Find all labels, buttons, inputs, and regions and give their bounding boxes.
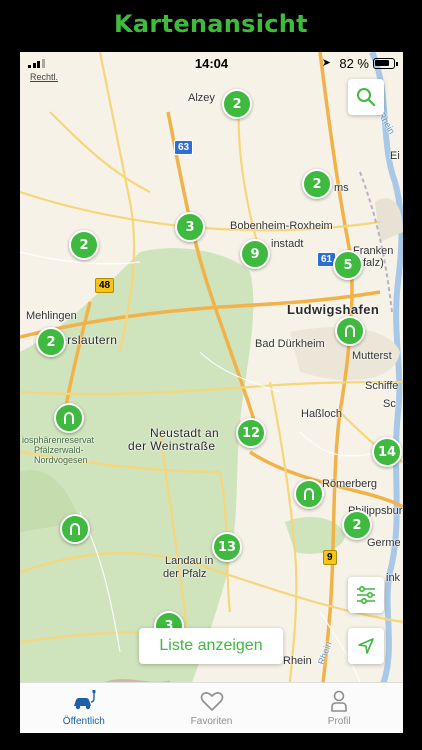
city-label: Schiffe: [365, 380, 399, 392]
person-icon: [331, 690, 347, 712]
city-label: der Pfalz: [163, 568, 207, 580]
tab-label: Öffentlich: [62, 716, 105, 727]
tab-bar: Öffentlich Favoriten Profil: [20, 682, 403, 733]
legal-link[interactable]: Rechtl.: [30, 72, 58, 82]
station-cluster[interactable]: 2: [36, 327, 66, 357]
city-label: Neustadt an: [150, 426, 220, 440]
city-label: Haßloch: [301, 408, 342, 420]
station-pin[interactable]: [54, 403, 84, 433]
city-label: Ei: [390, 150, 400, 162]
battery-icon: [373, 58, 398, 69]
road-shield-b9: 9: [323, 550, 337, 565]
charging-station-icon: [64, 412, 74, 424]
city-label: Germe: [367, 537, 401, 549]
station-pin[interactable]: [60, 514, 90, 544]
page-title: Kartenansicht: [114, 10, 308, 38]
tab-profile[interactable]: Profil: [275, 683, 403, 733]
city-label: ms: [334, 182, 349, 194]
charging-station-icon: [304, 488, 314, 500]
phone-screen: 14:04 ➤ 82 % Rechtl. Alzey ms Bobenheim-…: [20, 52, 403, 733]
station-pin[interactable]: [335, 316, 365, 346]
charging-station-icon: [70, 523, 80, 535]
filter-icon: [357, 585, 375, 605]
road-shield-a63: 63: [174, 140, 194, 155]
tab-label: Favoriten: [190, 716, 233, 727]
location-arrow-icon: [358, 638, 374, 654]
locate-me-button[interactable]: [348, 628, 384, 664]
region-label: iosphärenreservat: [22, 435, 95, 445]
status-bar: 14:04 ➤ 82 %: [20, 52, 403, 74]
region-label: Nordvogesen: [34, 455, 88, 465]
city-label: Rhein: [283, 655, 312, 667]
city-label: Mehlingen: [26, 310, 77, 322]
tab-favorites[interactable]: Favoriten: [148, 683, 276, 733]
search-icon: [357, 88, 376, 107]
station-cluster[interactable]: 2: [222, 89, 252, 119]
tab-label: Profil: [327, 716, 351, 727]
station-cluster[interactable]: 5: [333, 250, 363, 280]
station-cluster[interactable]: 9: [240, 239, 270, 269]
battery-percent: 82 %: [339, 56, 369, 71]
location-services-icon: ➤: [321, 57, 331, 69]
station-cluster[interactable]: 2: [302, 169, 332, 199]
station-cluster[interactable]: 2: [342, 510, 372, 540]
filter-button[interactable]: [348, 577, 384, 613]
ev-car-icon: [73, 690, 96, 710]
city-label: Landau in: [165, 555, 214, 567]
heart-icon: [200, 692, 223, 711]
station-cluster[interactable]: 3: [175, 212, 205, 242]
city-label: Sc: [383, 398, 396, 410]
tab-public[interactable]: Öffentlich: [20, 683, 148, 733]
city-label: ink: [386, 572, 401, 584]
charging-station-icon: [345, 325, 355, 337]
city-label: der Weinstraße: [128, 439, 216, 453]
station-cluster[interactable]: 13: [212, 532, 242, 562]
city-label: Mutterst: [352, 350, 392, 362]
station-pin[interactable]: [294, 479, 324, 509]
city-label: instadt: [271, 238, 304, 250]
station-cluster[interactable]: 12: [236, 418, 266, 448]
station-cluster[interactable]: 14: [372, 437, 402, 467]
region-label: Pfälzerwald-: [34, 445, 84, 455]
city-label: Bobenheim-Roxheim: [230, 220, 333, 232]
show-list-button[interactable]: Liste anzeigen: [139, 628, 283, 664]
city-label: Ludwigshafen: [287, 302, 380, 317]
search-button[interactable]: [348, 79, 384, 115]
city-label: erslautern: [60, 333, 118, 347]
city-label: Römerberg: [322, 478, 378, 490]
city-label: falz): [363, 257, 384, 269]
station-cluster[interactable]: 2: [69, 230, 99, 260]
city-label: Alzey: [188, 92, 215, 104]
road-shield-b48: 48: [95, 278, 115, 293]
city-label: Bad Dürkheim: [255, 338, 325, 350]
